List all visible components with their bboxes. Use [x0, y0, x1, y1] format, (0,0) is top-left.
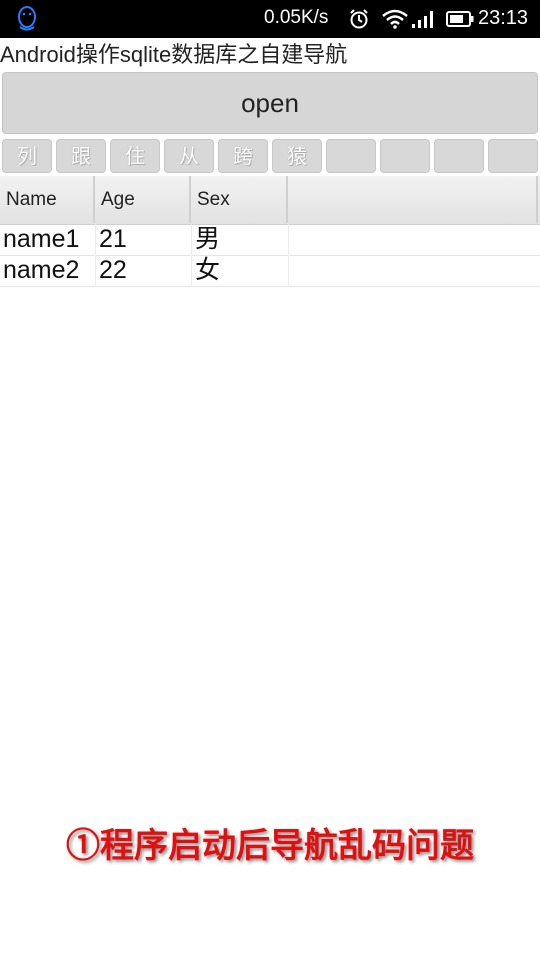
status-bar: 0.05K/s 23:13: [0, 0, 540, 38]
wifi-icon: [382, 9, 408, 29]
alarm-clock-icon: [350, 9, 368, 29]
network-speed: 0.05K/s: [264, 7, 329, 28]
cell-sex: 男: [192, 224, 289, 255]
nav-button-6[interactable]: 猿: [272, 139, 322, 173]
nav-bar: 列 跟 住 从 跨 猿: [2, 139, 540, 175]
battery-icon: [446, 11, 474, 27]
cell-name: name1: [0, 224, 96, 255]
cell-age: 21: [96, 224, 192, 255]
nav-button-9[interactable]: [434, 139, 484, 173]
nav-button-7[interactable]: [326, 139, 376, 173]
nav-button-8[interactable]: [380, 139, 430, 173]
table-header: Name Age Sex: [0, 176, 540, 225]
page-title: Android操作sqlite数据库之自建导航: [0, 42, 348, 67]
column-header-empty: [288, 176, 538, 223]
nav-button-1[interactable]: 列: [2, 139, 52, 173]
qq-penguin-icon: [18, 6, 36, 31]
column-header-age: Age: [95, 176, 191, 223]
column-header-name: Name: [0, 176, 95, 223]
column-header-sex: Sex: [191, 176, 288, 223]
clock: 23:13: [478, 7, 529, 29]
cell-empty: [289, 224, 540, 255]
caption-annotation: ①程序启动后导航乱码问题: [66, 826, 474, 866]
nav-button-2[interactable]: 跟: [56, 139, 106, 173]
signal-icon: [412, 11, 433, 28]
cell-age: 22: [96, 255, 192, 286]
table-row[interactable]: name2 22 女: [0, 255, 540, 287]
cell-empty: [289, 255, 540, 286]
cell-sex: 女: [192, 255, 289, 286]
table-row[interactable]: name1 21 男: [0, 224, 540, 256]
cell-name: name2: [0, 255, 96, 286]
nav-button-5[interactable]: 跨: [218, 139, 268, 173]
nav-button-10[interactable]: [488, 139, 538, 173]
nav-button-3[interactable]: 住: [110, 139, 160, 173]
nav-button-4[interactable]: 从: [164, 139, 214, 173]
open-button[interactable]: open: [2, 72, 538, 134]
